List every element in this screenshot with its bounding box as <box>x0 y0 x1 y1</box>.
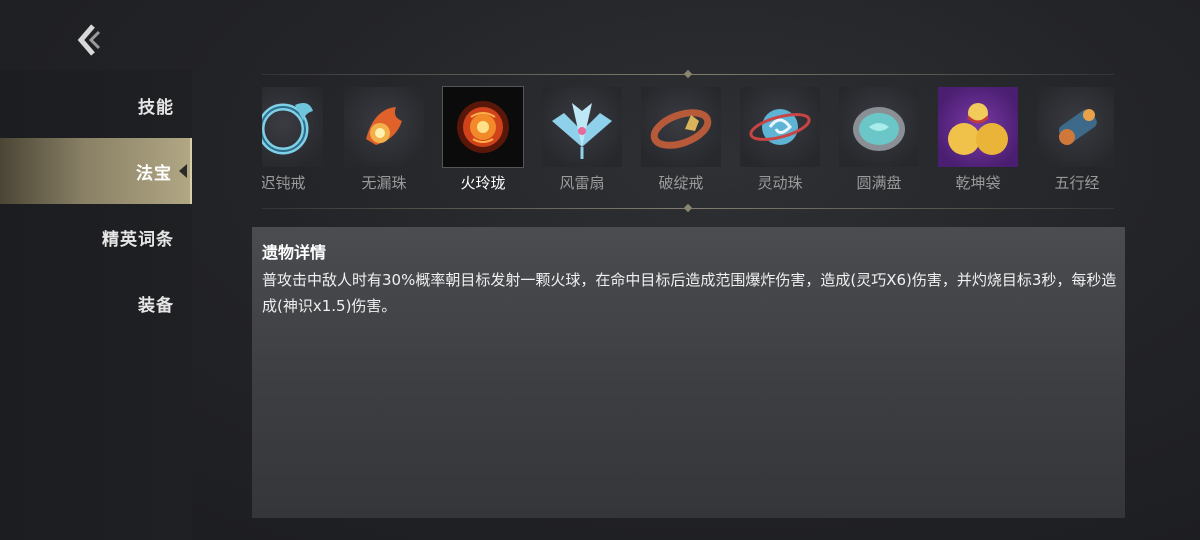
treasure-label: 迟钝戒 <box>262 174 306 192</box>
sidebar-item-skills[interactable]: 技能 <box>0 72 192 138</box>
sidebar-item-equipment[interactable]: 装备 <box>0 270 192 336</box>
treasure-item-5[interactable]: 破绽戒 <box>641 84 721 194</box>
treasure-label: 灵动珠 <box>757 174 803 192</box>
treasure-label: 五行经 <box>1054 174 1100 192</box>
sidebar-item-label: 法宝 <box>136 163 172 184</box>
sidebar-item-label: 技能 <box>138 97 174 118</box>
treasure-label: 破绽戒 <box>658 174 704 192</box>
treasure-item-2[interactable]: 无漏珠 <box>344 84 424 194</box>
sidebar: 技能 法宝 精英词条 装备 <box>0 70 192 540</box>
treasure-item-1[interactable]: 迟钝戒 <box>262 84 323 194</box>
treasure-item-3[interactable]: 火玲珑 <box>443 84 523 194</box>
active-indicator-icon <box>179 164 187 178</box>
treasure-item-8[interactable]: 乾坤袋 <box>938 84 1018 194</box>
treasure-label: 乾坤袋 <box>955 174 1001 192</box>
back-arrow-icon <box>77 24 101 56</box>
treasure-item-6[interactable]: 灵动珠 <box>740 84 820 194</box>
treasure-label: 火玲珑 <box>460 174 506 192</box>
swirl-pearl-icon <box>740 87 820 167</box>
back-button[interactable] <box>74 22 110 58</box>
sidebar-item-label: 装备 <box>138 295 174 316</box>
blue-dragon-ring-icon <box>262 87 323 167</box>
treasure-label: 无漏珠 <box>361 174 407 192</box>
relic-detail-panel: 遗物详情 普攻击中敌人时有30%概率朝目标发射一颗火球，在命中目标后造成范围爆炸… <box>252 227 1125 518</box>
scroll-icon <box>1037 87 1114 167</box>
treasure-item-9[interactable]: 五行经 <box>1037 84 1114 194</box>
treasure-label: 风雷扇 <box>559 174 605 192</box>
sidebar-item-treasures[interactable]: 法宝 <box>0 138 192 204</box>
bottom-divider <box>262 203 1114 213</box>
golden-ring-icon <box>641 87 721 167</box>
top-divider <box>262 69 1114 79</box>
treasure-label: 圆满盘 <box>856 174 902 192</box>
detail-description: 普攻击中敌人时有30%概率朝目标发射一颗火球，在命中目标后造成范围爆炸伤害，造成… <box>262 271 1117 315</box>
jade-plate-icon <box>839 87 919 167</box>
sidebar-item-label: 精英词条 <box>102 229 174 250</box>
treasure-item-7[interactable]: 圆满盘 <box>839 84 919 194</box>
gourd-bag-icon <box>938 87 1018 167</box>
fire-orb-icon <box>443 87 523 167</box>
flame-pearl-icon <box>344 87 424 167</box>
treasure-item-4[interactable]: 风雷扇 <box>542 84 622 194</box>
ice-fan-icon <box>542 87 622 167</box>
sidebar-item-elite-traits[interactable]: 精英词条 <box>0 204 192 270</box>
treasure-list[interactable]: 迟钝戒 无漏珠 火玲珑 风雷扇 破绽戒 灵动珠 圆满盘 乾坤袋 五行经 <box>262 84 1114 196</box>
detail-title: 遗物详情 <box>262 243 327 262</box>
